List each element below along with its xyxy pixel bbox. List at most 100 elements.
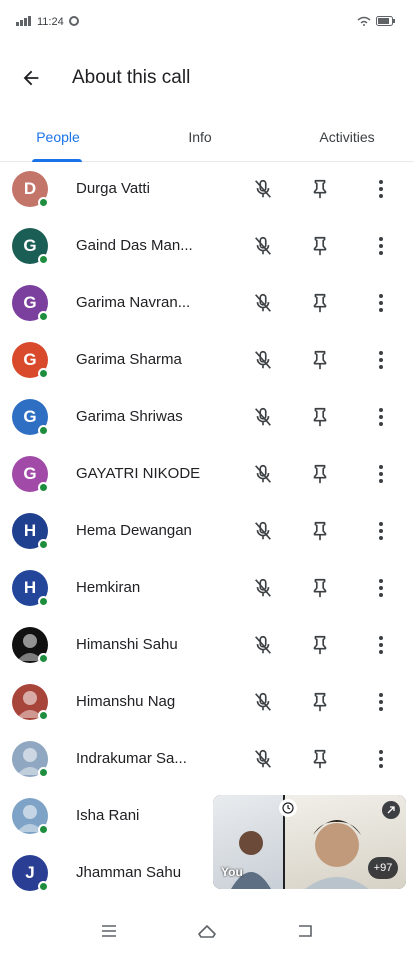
back-nav-button[interactable] (287, 913, 323, 949)
mic-off-icon[interactable] (250, 290, 276, 316)
participant-name: Himanshi Sahu (76, 636, 178, 653)
status-bar: 11:24 (0, 0, 414, 44)
avatar-initial-icon: G (12, 399, 49, 436)
participant-name: Hema Dewangan (76, 522, 192, 539)
more-options-icon[interactable] (368, 632, 394, 658)
presence-dot (38, 197, 49, 208)
more-options-icon[interactable] (368, 518, 394, 544)
avatar-initial-icon: G (12, 456, 49, 493)
home-icon (198, 924, 216, 938)
tab-bar: People Info Activities (0, 112, 414, 162)
app-bar: About this call (0, 50, 414, 106)
pip-expand-icon[interactable] (382, 801, 400, 819)
pin-icon[interactable] (307, 461, 333, 487)
pin-icon[interactable] (307, 176, 333, 202)
presence-dot (38, 311, 49, 322)
pin-icon[interactable] (307, 404, 333, 430)
avatar-initial: J (25, 863, 35, 882)
avatar-initial: G (23, 464, 37, 483)
participant-row[interactable]: D Durga Vatti (0, 162, 414, 218)
more-options-icon[interactable] (368, 233, 394, 259)
avatar-initial-icon: J (12, 855, 49, 892)
mic-off-icon[interactable] (250, 461, 276, 487)
more-options-icon[interactable] (368, 404, 394, 430)
pin-icon[interactable] (307, 575, 333, 601)
tab-info[interactable]: Info (178, 112, 222, 162)
participant-name: Isha Rani (76, 807, 140, 824)
home-button[interactable] (189, 913, 225, 949)
participant-row[interactable]: H Hemkiran (0, 561, 414, 617)
presence-dot (38, 710, 49, 721)
signal-icon (16, 15, 32, 29)
mic-off-icon[interactable] (250, 632, 276, 658)
participant-row[interactable]: G Garima Shriwas (0, 390, 414, 446)
tab-activities[interactable]: Activities (306, 112, 388, 162)
participant-name: Hemkiran (76, 579, 141, 596)
presence-dot (38, 539, 49, 550)
status-time: 11:24 (37, 16, 64, 28)
avatar-initial-icon: D (12, 171, 49, 208)
page-title: About this call (72, 67, 191, 88)
participant-row[interactable]: H Hema Dewangan (0, 504, 414, 560)
more-options-icon[interactable] (368, 176, 394, 202)
avatar-initial: D (23, 179, 37, 198)
mic-off-icon[interactable] (250, 404, 276, 430)
avatar-initial: H (23, 521, 37, 540)
pin-icon[interactable] (307, 746, 333, 772)
participant-name: Garima Sharma (76, 351, 182, 368)
more-options-icon[interactable] (368, 689, 394, 715)
mic-off-icon[interactable] (250, 575, 276, 601)
system-nav-bar (0, 906, 414, 955)
mic-off-icon[interactable] (250, 689, 276, 715)
participant-name: Gaind Das Man... (76, 237, 193, 254)
mic-off-icon[interactable] (250, 518, 276, 544)
notification-icon (68, 15, 79, 29)
presence-dot (38, 767, 49, 778)
participant-name: Garima Navran... (76, 294, 191, 311)
mic-off-icon[interactable] (250, 176, 276, 202)
participant-row[interactable]: G Garima Sharma (0, 333, 414, 389)
more-options-icon[interactable] (368, 347, 394, 373)
presence-dot (38, 824, 49, 835)
battery-icon (376, 15, 396, 29)
more-options-icon[interactable] (368, 461, 394, 487)
pin-icon[interactable] (307, 518, 333, 544)
pin-icon[interactable] (307, 632, 333, 658)
recent-apps-icon (102, 924, 116, 937)
presence-dot (38, 482, 49, 493)
avatar-initial: H (23, 578, 37, 597)
participant-row[interactable]: Himanshi Sahu (0, 618, 414, 674)
pin-icon[interactable] (307, 689, 333, 715)
presence-dot (38, 425, 49, 436)
recent-apps-button[interactable] (91, 913, 127, 949)
mic-off-icon[interactable] (250, 746, 276, 772)
timer-icon (279, 799, 297, 817)
more-options-icon[interactable] (368, 290, 394, 316)
more-options-icon[interactable] (368, 746, 394, 772)
tab-people[interactable]: People (30, 112, 86, 162)
back-button[interactable] (16, 63, 46, 93)
participant-count-badge: +97 (368, 857, 398, 879)
pin-icon[interactable] (307, 290, 333, 316)
avatar-initial: G (23, 236, 37, 255)
pip-video-tile[interactable]: You +97 (213, 795, 406, 889)
participant-name: Himanshu Nag (76, 693, 176, 710)
presence-dot (38, 254, 49, 265)
avatar-initial-icon: G (12, 228, 49, 265)
avatar-initial: G (23, 293, 37, 312)
pin-icon[interactable] (307, 347, 333, 373)
back-nav-icon (299, 924, 312, 937)
back-arrow-icon (23, 70, 39, 86)
participant-row[interactable]: G Garima Navran... (0, 276, 414, 332)
participant-row[interactable]: Indrakumar Sa... (0, 732, 414, 788)
pin-icon[interactable] (307, 233, 333, 259)
participant-row[interactable]: G Gaind Das Man... (0, 219, 414, 275)
presence-dot (38, 596, 49, 607)
more-options-icon[interactable] (368, 575, 394, 601)
avatar-initial-icon: H (12, 513, 49, 550)
participant-row[interactable]: G GAYATRI NIKODE (0, 447, 414, 503)
mic-off-icon[interactable] (250, 233, 276, 259)
participant-row[interactable]: Himanshu Nag (0, 675, 414, 731)
avatar-initial-icon: G (12, 285, 49, 322)
mic-off-icon[interactable] (250, 347, 276, 373)
